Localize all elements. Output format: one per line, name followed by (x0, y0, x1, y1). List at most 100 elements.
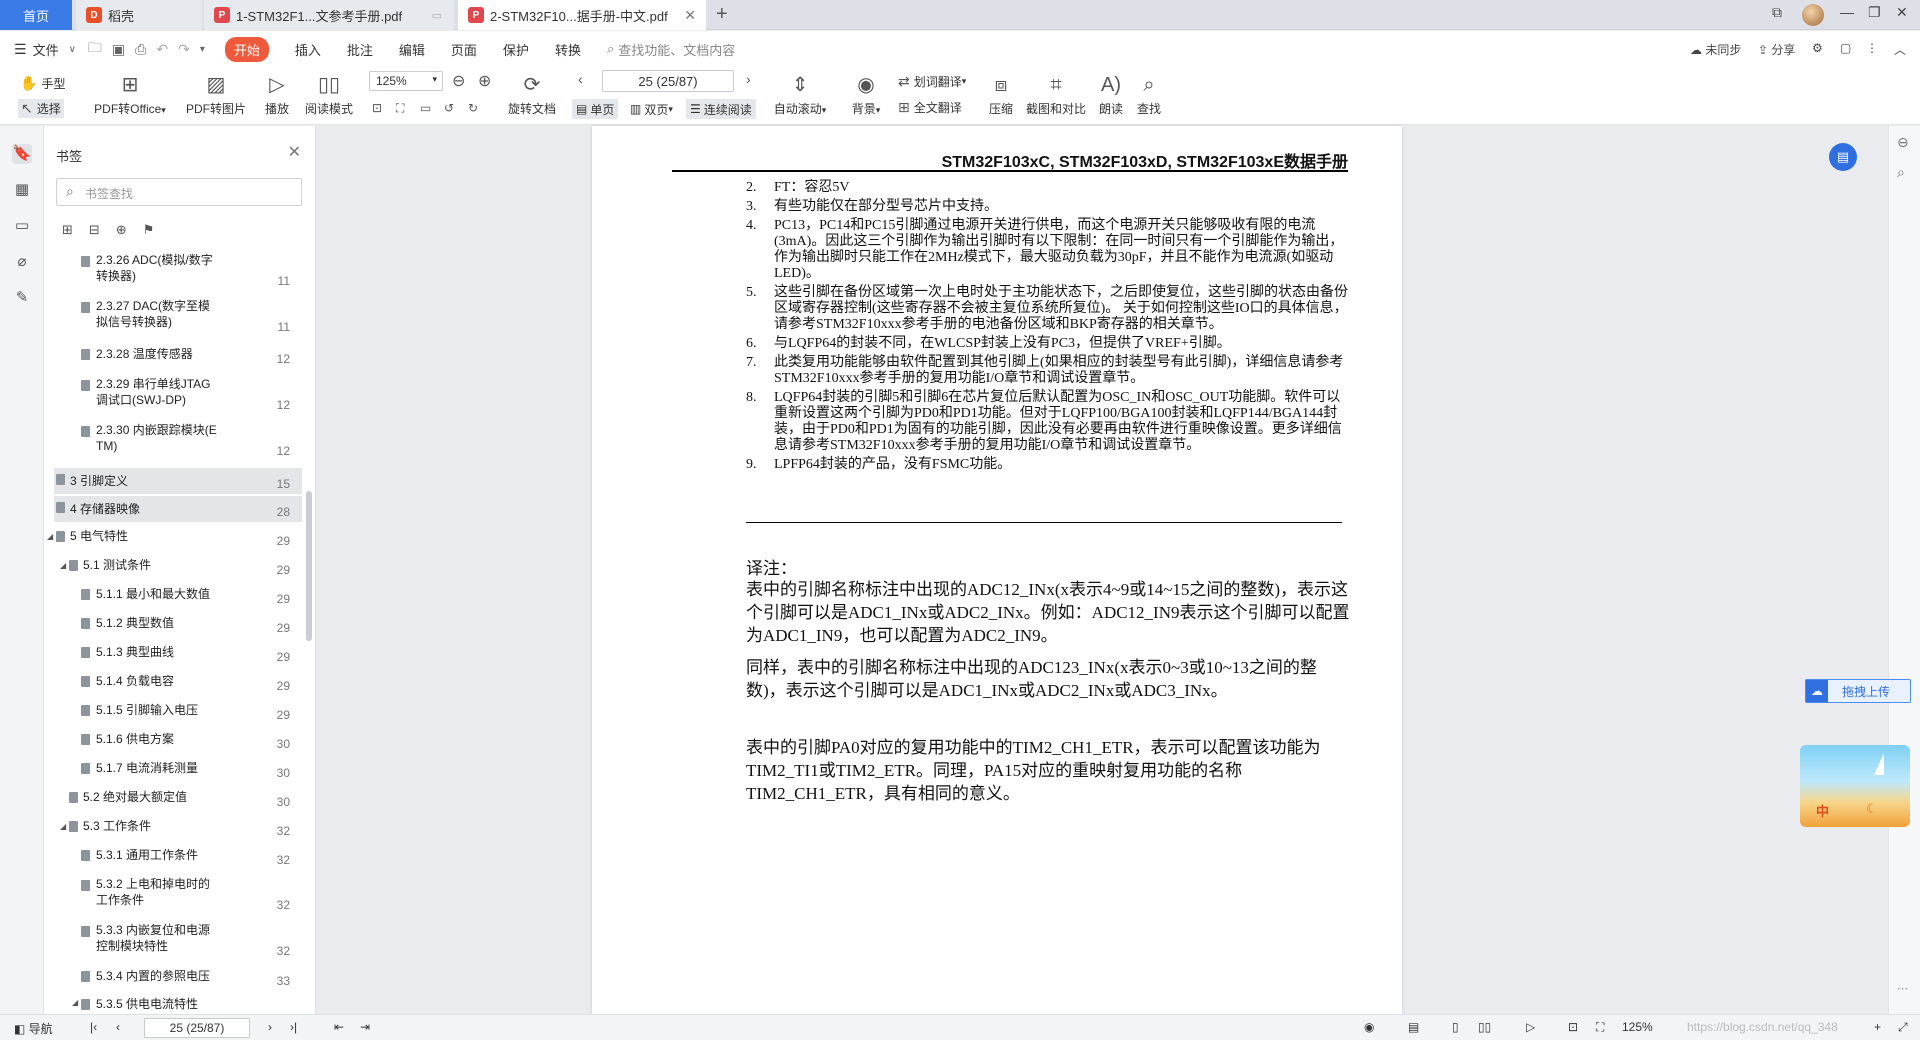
tab-home[interactable]: 首页 (0, 0, 72, 30)
bookmark-flag-icon[interactable]: ⚑ (143, 222, 155, 238)
list-item[interactable]: 5.1.1 最小和最大数值 29 (44, 586, 302, 610)
read-mode-button[interactable]: ▯▯ 阅读模式 (302, 73, 356, 117)
continuous-read-button[interactable]: ☰ 连续阅读 (686, 99, 756, 119)
screenshot-compare-button[interactable]: ⌗ 截图和对比 (1026, 73, 1086, 117)
expand-triangle-icon[interactable]: ◢ (60, 822, 66, 831)
list-item[interactable]: 5.3.1 通用工作条件 32 (44, 847, 302, 871)
actual-size-icon[interactable]: ⊡ (1568, 1020, 1578, 1034)
actual-size-icon[interactable]: ⊡ (372, 101, 382, 115)
signature-icon[interactable]: ✎ (12, 288, 32, 308)
fit-width-icon[interactable]: ▭ (420, 101, 431, 115)
save-icon[interactable]: ▣ (112, 41, 125, 58)
list-item[interactable]: 5.1.3 典型曲线 29 (44, 644, 302, 668)
status-zoom-value[interactable]: 125% (1622, 1020, 1653, 1034)
list-item[interactable]: 5.1.7 电流消耗测量 30 (44, 760, 302, 784)
new-tab-icon[interactable]: + (716, 3, 728, 26)
list-item[interactable]: 2.3.26 ADC(模拟/数字 转换器) 11 (44, 252, 302, 292)
next-page-icon[interactable]: › (746, 71, 751, 87)
window-close-icon[interactable]: ✕ (1896, 4, 1908, 21)
close-icon[interactable]: ✕ (288, 142, 301, 162)
full-translate-button[interactable]: ⊞ 全文翻译 (898, 99, 962, 116)
fullwidth-view-icon[interactable]: ▤ (1408, 1020, 1419, 1034)
settings-icon[interactable]: ⚙ (1812, 41, 1823, 55)
comment-icon[interactable]: ▭ (12, 216, 32, 236)
menu-file[interactable]: 文件 (33, 40, 59, 59)
rotate-document-button[interactable]: ⟳ 旋转文档 (506, 73, 558, 117)
message-icon[interactable]: ▢ (1840, 41, 1851, 55)
list-item[interactable]: 2.3.30 内嵌跟踪模块(E TM) 12 (44, 422, 302, 462)
list-item[interactable]: 5.1.4 负载电容 29 (44, 673, 302, 697)
previous-page-icon[interactable]: ‹ (578, 71, 583, 87)
drag-upload-button[interactable]: ☁ 拖拽上传 (1805, 679, 1911, 703)
redo-icon[interactable]: ↷ (178, 41, 190, 58)
function-search[interactable]: ⌕ 查找功能、文档内容 (607, 40, 735, 59)
thumbnail-icon[interactable]: ▦ (12, 180, 32, 200)
play-icon[interactable]: ▷ (1526, 1020, 1535, 1034)
first-page-icon[interactable]: |‹ (90, 1020, 97, 1034)
status-page-input[interactable]: 25 (25/87) (144, 1018, 250, 1038)
close-icon[interactable]: ✕ (684, 7, 696, 24)
collapse-all-icon[interactable]: ⊟ (89, 222, 100, 238)
rotate-left-icon[interactable]: ↺ (444, 101, 454, 115)
floating-action-button[interactable]: ▤ (1829, 143, 1857, 171)
menu-insert[interactable]: 插入 (295, 40, 321, 59)
compress-button[interactable]: ⧈ 压缩 (986, 73, 1016, 117)
list-item[interactable]: ◢ 5.3.5 供电电流特性 (44, 996, 302, 1012)
next-page-icon[interactable]: › (268, 1020, 272, 1034)
single-page-button[interactable]: ▤ 单页 (572, 99, 619, 119)
list-item[interactable]: 5.1.2 典型数值 29 (44, 615, 302, 639)
play-button[interactable]: ▷ 播放 (262, 73, 292, 117)
menu-annotate[interactable]: 批注 (347, 40, 373, 59)
list-item[interactable]: 5.3.3 内嵌复位和电源 控制模块特性 32 (44, 922, 302, 962)
menu-protect[interactable]: 保护 (503, 40, 529, 59)
eye-protect-icon[interactable]: ◉ (1364, 1020, 1374, 1034)
forward-icon[interactable]: ⇥ (360, 1020, 370, 1034)
menu-page[interactable]: 页面 (451, 40, 477, 59)
double-page-view-icon[interactable]: ▯▯ (1478, 1020, 1491, 1034)
open-folder-icon[interactable]: 🗀 (88, 37, 102, 61)
bookmark-scrollbar[interactable] (306, 491, 312, 641)
promo-banner[interactable]: 中 ☾ (1800, 745, 1910, 827)
list-item[interactable]: 5.1.5 引脚输入电压 29 (44, 702, 302, 726)
list-item[interactable]: ◢ 5.3 工作条件 32 (44, 818, 302, 842)
window-layout-icon[interactable]: ⧉ (1772, 4, 1782, 21)
navigation-toggle[interactable]: ◧ 导航 (14, 1020, 53, 1037)
tab-doc1[interactable]: P 1-STM32F1...文参考手册.pdf ▭ (204, 0, 454, 30)
last-page-icon[interactable]: ›| (290, 1020, 297, 1034)
list-item[interactable]: 2.3.29 串行单线JTAG 调试口(SWJ-DP) 12 (44, 376, 302, 416)
background-button[interactable]: ◉ 背景▾ (848, 73, 884, 117)
auto-scroll-button[interactable]: ⇕ 自动滚动▾ (772, 73, 828, 117)
zoom-search-icon[interactable]: ⌕ (1897, 164, 1905, 181)
read-aloud-button[interactable]: A) 朗读 (1096, 73, 1126, 117)
expand-all-icon[interactable]: ⊞ (62, 222, 73, 238)
zoom-in-icon[interactable]: + (1874, 1020, 1881, 1034)
expand-triangle-icon[interactable]: ◢ (47, 532, 53, 541)
zoom-in-icon[interactable]: ⊕ (478, 71, 491, 91)
prev-page-icon[interactable]: ‹ (116, 1020, 120, 1034)
single-page-view-icon[interactable]: ▯ (1452, 1020, 1459, 1034)
word-translate-button[interactable]: ⇄ 划词翻译 ▾ (898, 73, 966, 90)
sync-status[interactable]: ☁ 未同步 (1690, 41, 1741, 58)
hand-tool[interactable]: ✋ 手型 (20, 75, 65, 92)
undo-icon[interactable]: ↶ (156, 41, 168, 58)
restore-icon[interactable]: ❐ (1868, 4, 1881, 21)
more-options-icon[interactable]: ⋯ (1897, 982, 1908, 995)
zoom-out-icon[interactable]: ⊖ (452, 71, 465, 91)
pdf-to-image-button[interactable]: ▨ PDF转图片 (184, 73, 248, 117)
menu-start[interactable]: 开始 (224, 36, 269, 62)
chevron-down-icon[interactable]: ∨ (69, 44, 76, 55)
pdf-to-office-button[interactable]: ⊞ PDF转Office▾ (92, 73, 168, 117)
more-chevron-icon[interactable]: ▾ (200, 44, 205, 55)
fit-page-icon[interactable]: ⛶ (396, 101, 404, 116)
list-item[interactable]: 4 存储器映像 28 (54, 496, 302, 522)
back-icon[interactable]: ⇤ (334, 1020, 344, 1034)
bookmark-search-input[interactable]: ⌕ 书签查找 (56, 178, 302, 206)
list-item[interactable]: 5.2 绝对最大额定值 30 (44, 789, 302, 813)
select-tool[interactable]: ↖ 选择 (18, 99, 64, 118)
attachment-icon[interactable]: ⌀ (12, 252, 32, 272)
list-item[interactable]: ◢ 5.1 测试条件 29 (44, 557, 302, 581)
tab-draft[interactable]: D 稻壳 (76, 0, 202, 30)
find-button[interactable]: ⌕ 查找 (1134, 73, 1164, 117)
zoom-select[interactable]: 125% ▾ (369, 71, 443, 91)
collapse-ribbon-icon[interactable]: ︿ (1894, 41, 1906, 58)
